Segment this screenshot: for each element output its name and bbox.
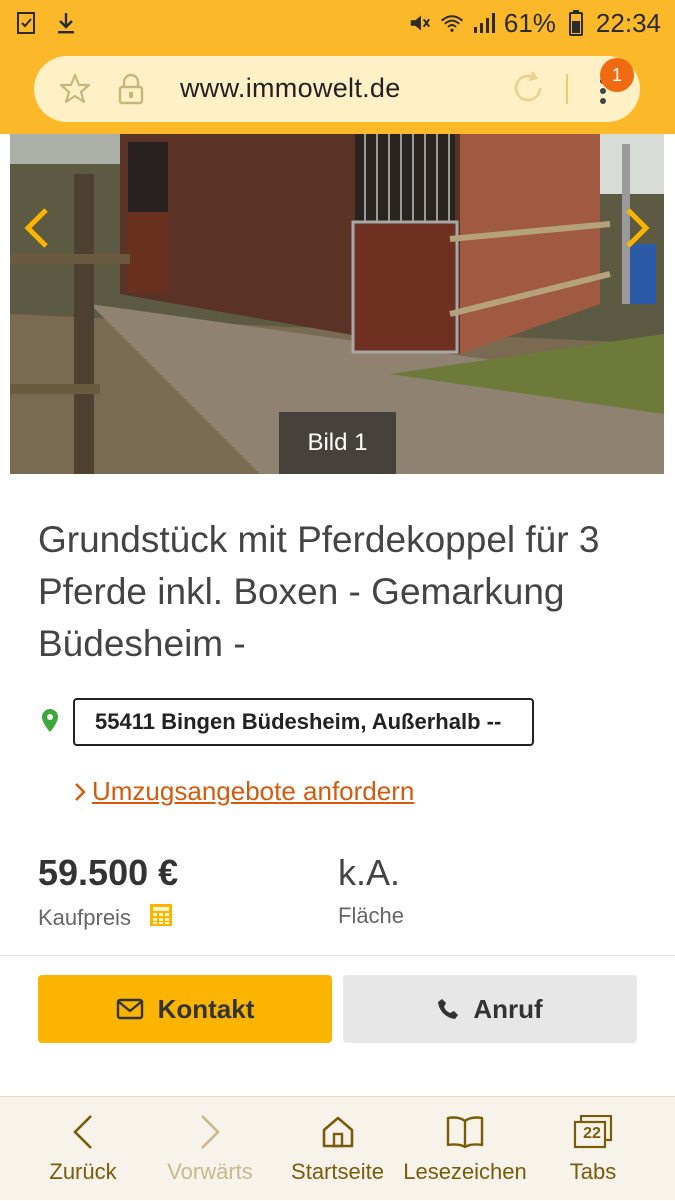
- area-value: k.A.: [338, 852, 401, 893]
- notification-badge: 1: [600, 58, 634, 92]
- location-pin-icon: [40, 708, 60, 739]
- section-divider: [0, 955, 675, 956]
- nav-back-label: Zurück: [49, 1159, 117, 1184]
- moving-offers-link[interactable]: Umzugsangebote anfordern: [74, 776, 414, 807]
- area-label: Fläche: [338, 903, 405, 928]
- clock: 22:34: [595, 7, 661, 38]
- status-bar: 61% 22:34: [0, 0, 675, 46]
- battery-percent: 61%: [503, 7, 556, 38]
- previous-image-arrow-icon[interactable]: [22, 206, 52, 255]
- bookmarks-book-icon: [446, 1116, 484, 1149]
- browser-toolbar: www.immowelt.de 1: [0, 46, 675, 134]
- tabs-count: 22: [583, 1125, 601, 1142]
- price-label-row: Kaufpreis: [38, 903, 173, 933]
- call-button[interactable]: Anruf: [343, 975, 637, 1043]
- price-label: Kaufpreis: [38, 905, 131, 930]
- phone-icon: [438, 999, 459, 1019]
- browser-bottom-nav: Zurück Vorwärts Startseite Lesezeichen 2…: [0, 1096, 675, 1200]
- reload-icon[interactable]: [510, 70, 546, 111]
- home-icon: [322, 1116, 353, 1148]
- nav-back-button[interactable]: Zurück: [38, 1097, 128, 1201]
- nav-home-button[interactable]: Startseite: [285, 1097, 390, 1201]
- nav-bookmarks-button[interactable]: Lesezeichen: [402, 1097, 528, 1201]
- forward-arrow-icon: [201, 1115, 220, 1149]
- address-bar[interactable]: www.immowelt.de 1: [34, 56, 640, 122]
- back-arrow-icon: [73, 1115, 92, 1149]
- image-caption: Bild 1: [279, 412, 396, 474]
- price-value: 59.500 €: [38, 852, 179, 893]
- bookmark-star-icon[interactable]: [58, 72, 92, 111]
- call-button-label: Anruf: [473, 993, 543, 1024]
- next-image-arrow-icon[interactable]: [622, 206, 652, 255]
- nav-tabs-button[interactable]: 22 Tabs: [562, 1097, 624, 1201]
- contact-button[interactable]: Kontakt: [38, 975, 332, 1043]
- moving-offers-link-text[interactable]: Umzugsangebote anfordern: [92, 776, 414, 807]
- nav-forward-label: Vorwärts: [167, 1159, 253, 1184]
- signal-icon: [472, 11, 496, 35]
- wifi-icon: [440, 11, 464, 35]
- nav-home-label: Startseite: [291, 1159, 384, 1184]
- mail-icon: [116, 998, 143, 1020]
- nav-tabs-label: Tabs: [569, 1159, 617, 1184]
- mute-icon: [408, 11, 432, 35]
- battery-icon: [564, 10, 588, 36]
- calculator-icon[interactable]: [149, 903, 173, 933]
- listing-title: Grundstück mit Pferdekoppel für 3 Pferde…: [38, 519, 600, 664]
- nav-forward-button[interactable]: Vorwärts: [160, 1097, 260, 1201]
- contact-button-label: Kontakt: [157, 993, 255, 1024]
- download-icon: [54, 11, 78, 35]
- download-done-icon: [14, 11, 38, 35]
- lock-icon: [116, 72, 146, 111]
- nav-bookmarks-label: Lesezeichen: [403, 1159, 527, 1184]
- toolbar-divider: [566, 74, 568, 104]
- chevron-right-icon: [75, 782, 86, 801]
- location-address[interactable]: 55411 Bingen Büdesheim, Außerhalb --: [73, 698, 534, 746]
- url-text[interactable]: www.immowelt.de: [180, 73, 401, 104]
